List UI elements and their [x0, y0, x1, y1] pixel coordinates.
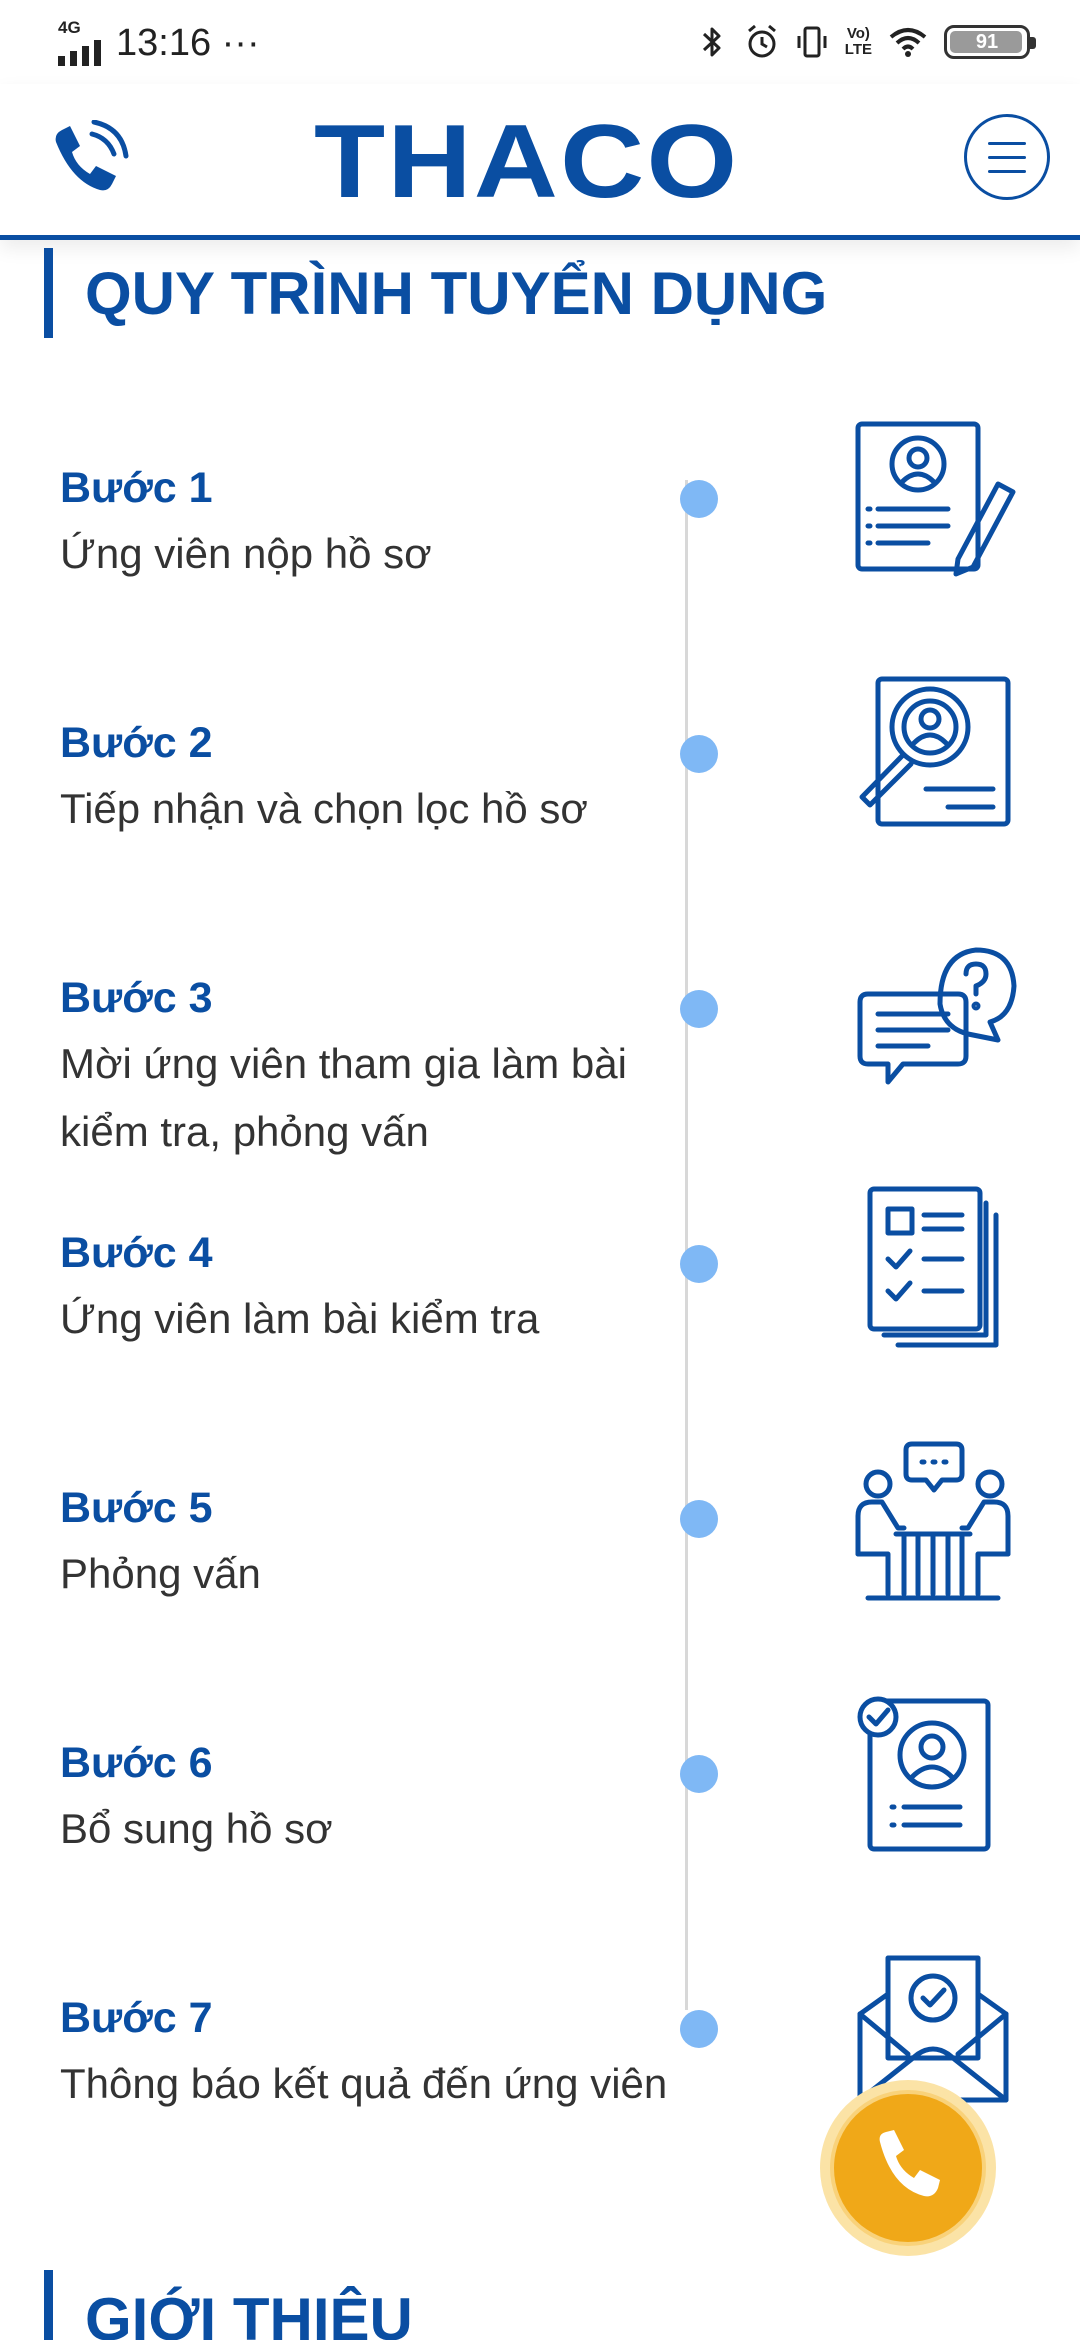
next-section-title: GIỚI THIỆU	[85, 2286, 413, 2340]
volte-icon: Vo) LTE	[845, 26, 872, 58]
timeline-dot	[680, 1500, 718, 1538]
menu-line	[988, 141, 1026, 145]
phone-icon[interactable]	[42, 120, 132, 210]
step-label: Bước 2	[60, 719, 213, 767]
step-description: Tiếp nhận và chọn lọc hồ sơ	[60, 785, 588, 832]
step-description: Ứng viên nộp hồ sơ	[60, 530, 432, 577]
step-description: Phỏng vấn	[60, 1550, 261, 1597]
step-label: Bước 1	[60, 464, 213, 512]
chat-question-icon	[857, 947, 1017, 1085]
network-type: 4G	[58, 18, 81, 37]
interview-icon	[855, 1441, 1011, 1601]
step-label: Bước 7	[60, 1994, 213, 2042]
timeline-dot	[680, 480, 718, 518]
menu-line	[988, 155, 1026, 159]
alarm-icon	[747, 24, 776, 58]
timeline-dot	[680, 2010, 718, 2048]
volte-top: Vo)	[846, 25, 870, 42]
resume-pen-icon	[855, 421, 1016, 577]
status-bar: 4G 13:16 ··· Vo) LTE 91	[0, 0, 1080, 84]
clock: 13:16 ···	[116, 22, 260, 65]
checklist-icon	[867, 1186, 999, 1348]
menu-line	[988, 169, 1026, 173]
step-description: Mời ứng viên tham gia làm bài kiểm tra, …	[60, 1040, 627, 1155]
profile-search-icon	[859, 676, 1011, 827]
step-description: Ứng viên làm bài kiểm tra	[60, 1295, 540, 1342]
battery-level: 91	[975, 30, 999, 53]
signal-icon	[58, 40, 101, 66]
volte-bottom: LTE	[844, 41, 872, 58]
timeline-dot	[680, 735, 718, 773]
phone-icon	[879, 2130, 940, 2197]
section-heading: QUY TRÌNH TUYỂN DỤNG	[44, 248, 827, 338]
bluetooth-icon	[702, 27, 721, 57]
status-right: Vo) LTE 91	[695, 18, 1036, 66]
timeline-dot	[680, 1755, 718, 1793]
clock-time: 13:16	[116, 22, 212, 64]
floating-call-button[interactable]	[820, 2080, 996, 2256]
timeline-dot	[680, 990, 718, 1028]
step-label: Bước 3	[60, 974, 213, 1022]
step-description: Bổ sung hồ sơ	[60, 1805, 333, 1852]
profile-check-icon	[857, 1696, 991, 1852]
vibrate-icon	[797, 26, 827, 58]
next-section-heading: GIỚI THIỆU	[44, 2270, 413, 2340]
step-label: Bước 4	[60, 1229, 213, 1277]
notification-more: ···	[221, 22, 260, 64]
thaco-logo[interactable]: THACO	[314, 110, 739, 214]
step-label: Bước 5	[60, 1484, 213, 1532]
timeline-dot	[680, 1245, 718, 1283]
section-title: QUY TRÌNH TUYỂN DỤNG	[85, 259, 828, 327]
hamburger-menu-icon[interactable]	[964, 114, 1050, 200]
battery-icon: 91	[944, 25, 1036, 59]
wifi-icon	[889, 28, 927, 57]
call-button-inner	[834, 2094, 982, 2242]
step-label: Bước 6	[60, 1739, 213, 1787]
step-description: Thông báo kết quả đến ứng viên	[60, 2060, 668, 2107]
site-header: THACO	[0, 84, 1080, 240]
